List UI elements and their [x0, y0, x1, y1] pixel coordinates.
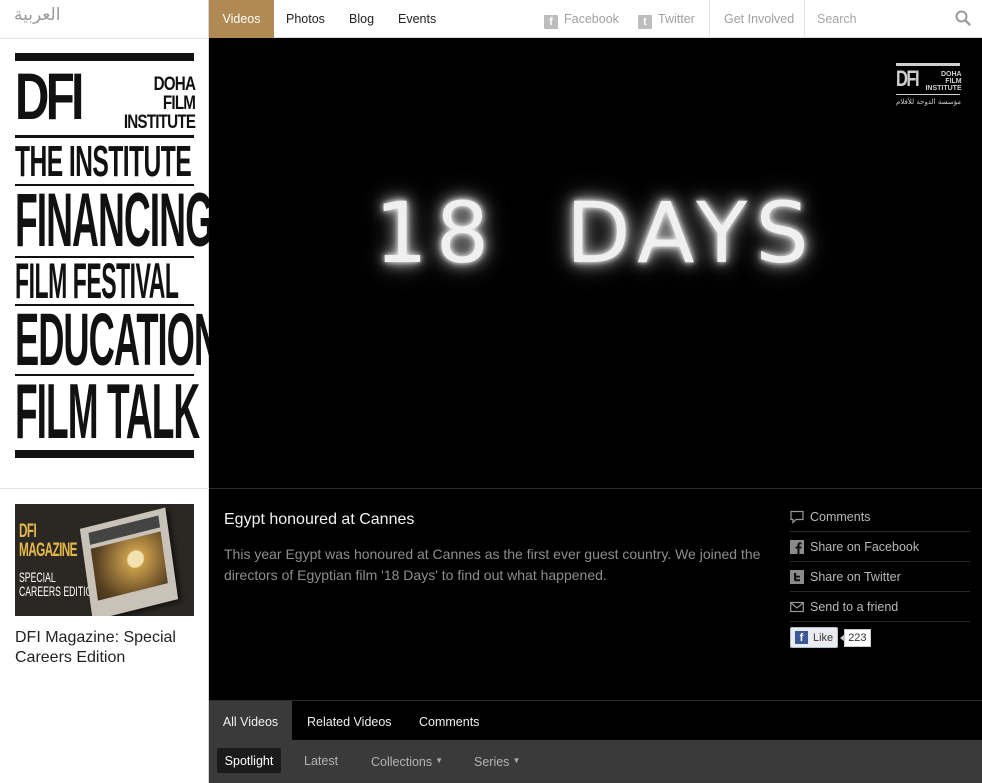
divider: [0, 488, 209, 489]
video-filter-bar: Spotlight Latest Collections ▼ Series ▼: [209, 740, 982, 783]
dfi-logo[interactable]: DFI DOHA FILM INSTITUTE: [15, 53, 196, 138]
sidebar-item-film-talk[interactable]: FILM TALK: [15, 372, 200, 450]
filter-series-dropdown[interactable]: Series ▼: [474, 748, 520, 773]
video-title: Egypt honoured at Cannes: [224, 511, 415, 528]
facebook-icon: f: [544, 15, 558, 29]
top-navigation-bar: Videos Photos Blog Events f Facebook t Twi…: [209, 0, 982, 38]
mail-icon: [790, 601, 804, 613]
facebook-icon: [790, 540, 804, 554]
get-involved-link[interactable]: Get Involved: [724, 0, 794, 38]
chevron-down-icon: ▼: [512, 756, 521, 765]
tab-blog[interactable]: Blog: [349, 0, 374, 38]
tab-all-videos[interactable]: All Videos: [209, 701, 292, 741]
sidebar-nav: THE INSTITUTE FINANCING FILM FESTIVAL ED…: [15, 140, 220, 458]
comment-icon: [790, 510, 804, 524]
chevron-down-icon: ▼: [435, 756, 444, 765]
sidebar-item-education[interactable]: EDUCATION: [15, 303, 220, 377]
like-count: 223: [840, 628, 871, 647]
like-button[interactable]: f Like: [790, 627, 839, 648]
tab-related-videos[interactable]: Related Videos: [307, 701, 392, 741]
search-input[interactable]: [811, 7, 951, 31]
filter-spotlight[interactable]: Spotlight: [217, 748, 281, 773]
twitter-icon: t: [638, 15, 652, 29]
video-player[interactable]: 18 DAYS DFI DOHA FILM INSTITUTE مؤسسة ال…: [209, 38, 982, 488]
divider: [804, 0, 805, 38]
video-info-panel: Egypt honoured at Cannes This year Egypt…: [209, 488, 982, 700]
facebook-icon: f: [795, 631, 808, 644]
divider: [0, 38, 209, 39]
video-list-tabs: All Videos Related Videos Comments: [209, 700, 982, 741]
logo-side-text: DOHA FILM INSTITUTE: [124, 74, 196, 133]
twitter-icon: [790, 570, 804, 584]
magazine-thumbnail[interactable]: DFI MAGAZINE SPECIAL CAREERS EDITION: [15, 504, 194, 616]
tab-photos[interactable]: Photos: [286, 0, 325, 38]
magazine-cover-title: DFI MAGAZINE: [19, 521, 77, 561]
filter-latest[interactable]: Latest: [304, 748, 338, 773]
filter-collections-dropdown[interactable]: Collections ▼: [371, 748, 443, 773]
share-twitter-link[interactable]: Share on Twitter: [790, 562, 970, 592]
tab-events[interactable]: Events: [398, 0, 436, 38]
video-actions: Comments Share on Facebook Share on Twit…: [790, 502, 970, 622]
share-facebook-link[interactable]: Share on Facebook: [790, 532, 970, 562]
video-description: This year Egypt was honoured at Cannes a…: [224, 546, 761, 583]
magazine-caption-link[interactable]: DFI Magazine: Special Careers Edition: [15, 628, 195, 668]
divider: [709, 0, 710, 38]
tab-videos[interactable]: Videos: [209, 0, 274, 38]
arabic-language-link[interactable]: العربية: [14, 5, 60, 25]
facebook-like-widget: f Like 223: [790, 627, 871, 648]
twitter-link[interactable]: t Twitter: [638, 0, 695, 38]
dfi-watermark-logo: DFI DOHA FILM INSTITUTE مؤسسة الدوحة للأ…: [896, 63, 962, 109]
logo-dfi-text: DFI: [15, 59, 84, 133]
tab-comments[interactable]: Comments: [419, 701, 479, 741]
comments-link[interactable]: Comments: [790, 502, 970, 532]
facebook-link[interactable]: f Facebook: [544, 0, 619, 38]
search-icon[interactable]: [955, 10, 971, 26]
magazine-cover-image: [79, 507, 179, 616]
sidebar-item-financing[interactable]: FINANCING: [15, 183, 214, 259]
send-to-friend-link[interactable]: Send to a friend: [790, 592, 970, 622]
video-frame-title: 18 DAYS: [374, 184, 817, 282]
left-sidebar: العربية DFI DOHA FILM INSTITUTE THE INST…: [0, 0, 220, 783]
